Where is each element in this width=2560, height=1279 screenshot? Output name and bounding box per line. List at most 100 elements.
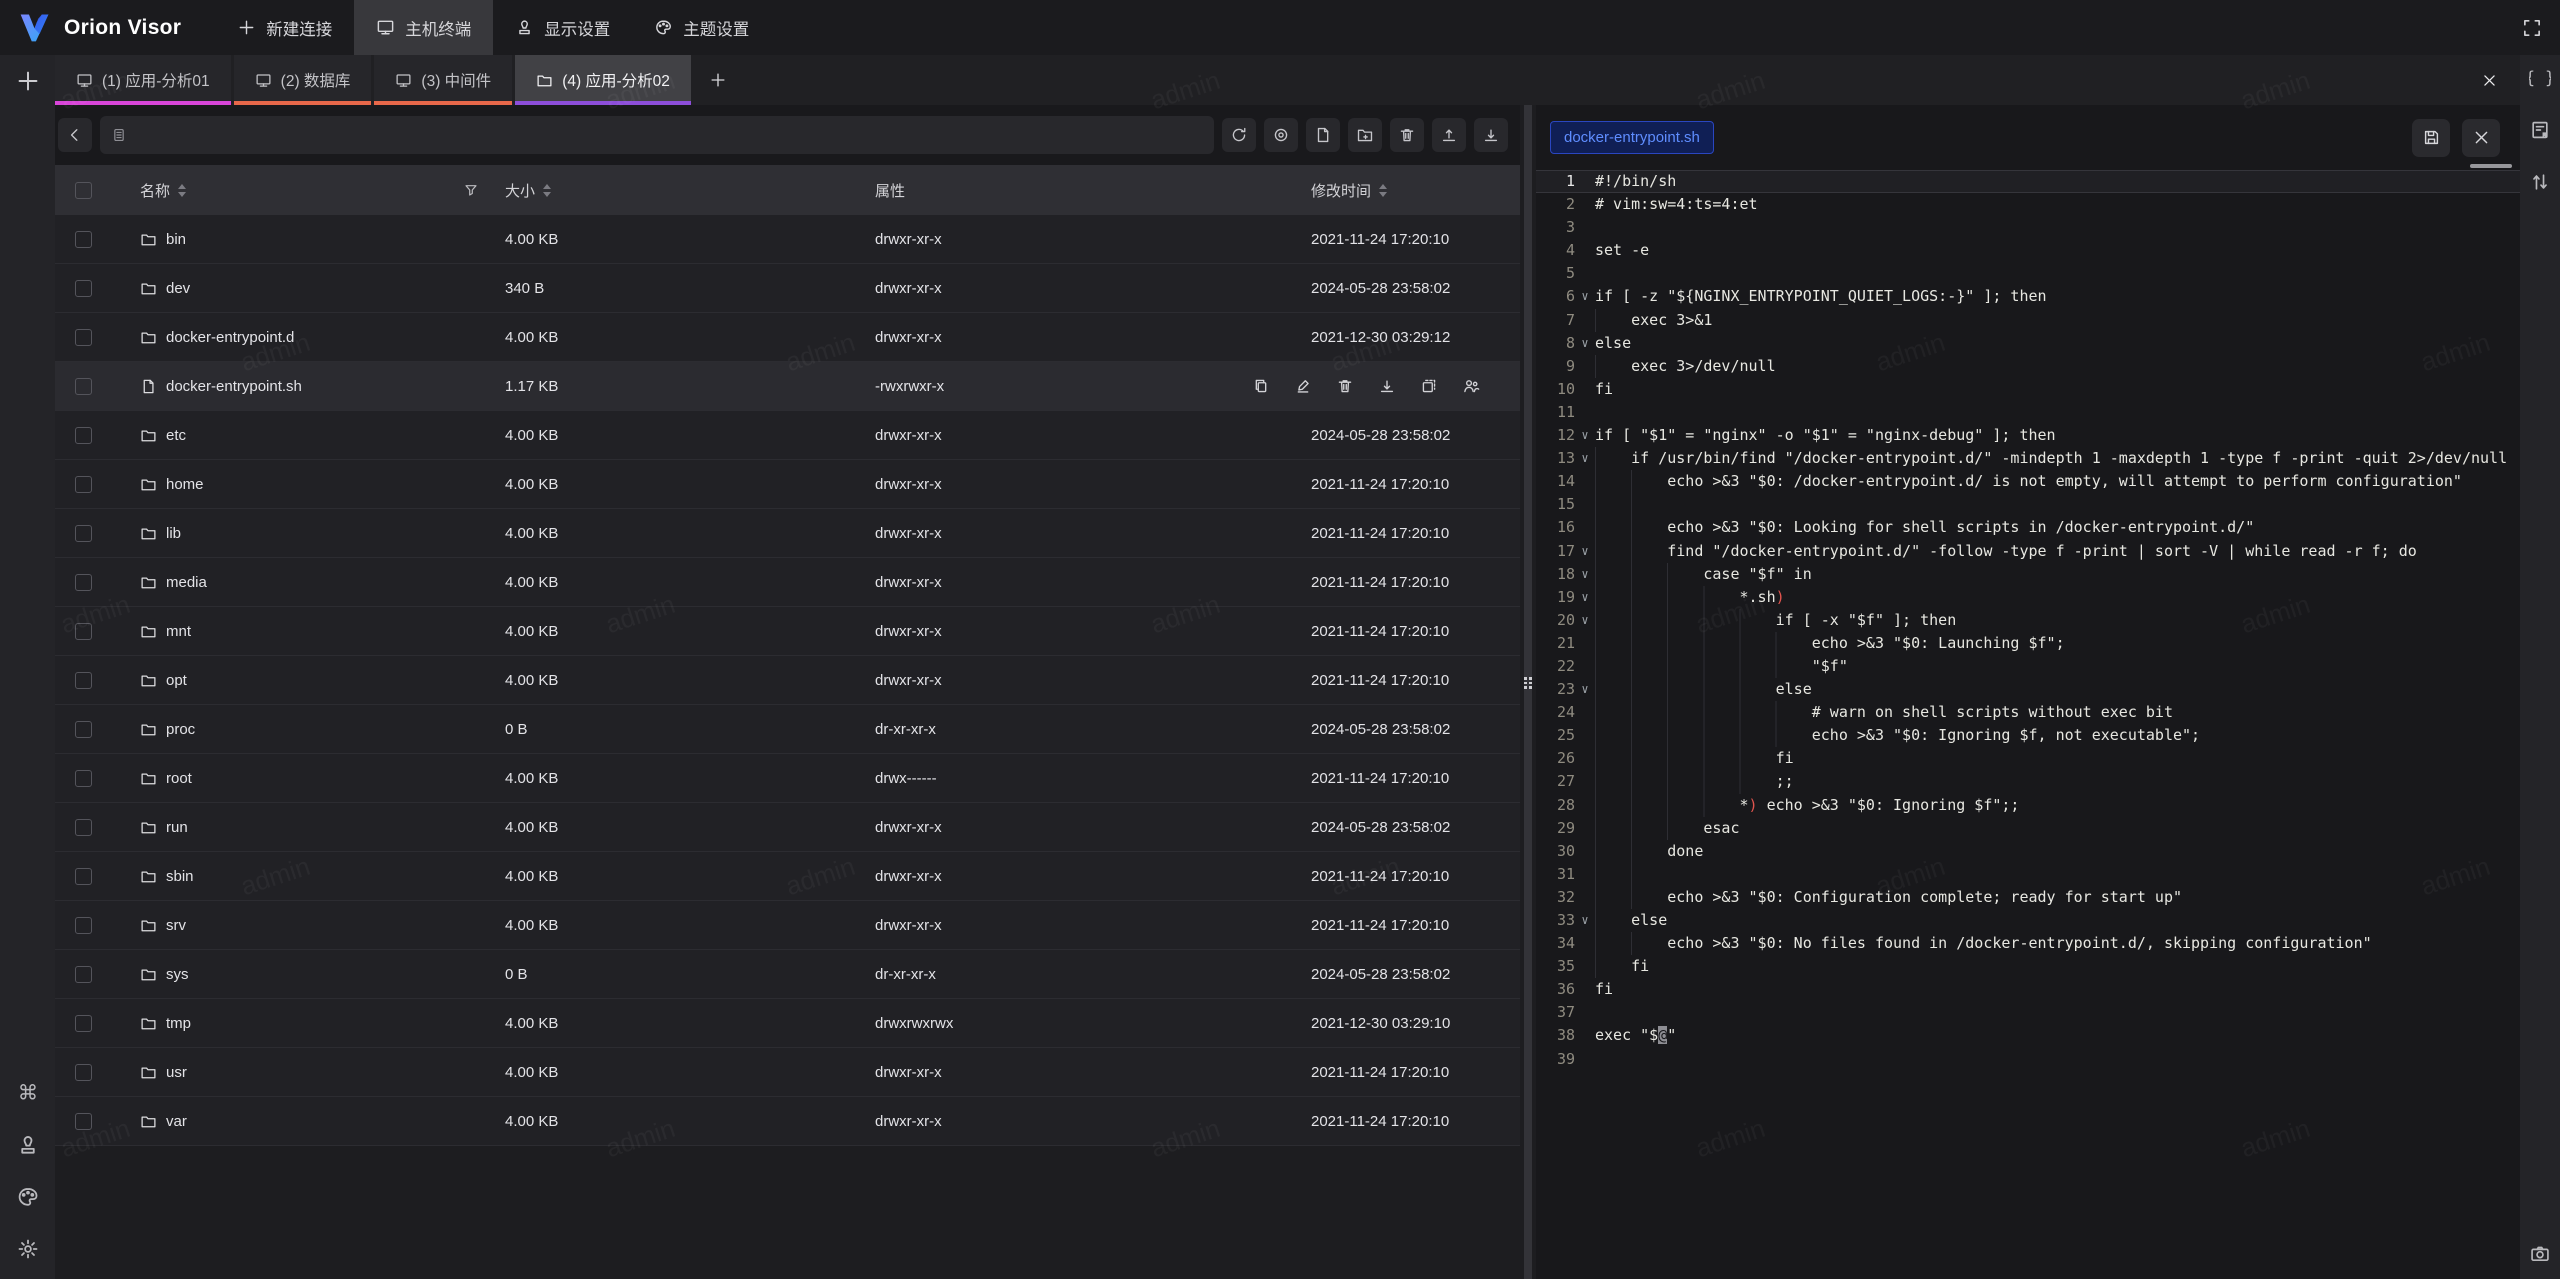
- code-line[interactable]: 32 echo >&3 "$0: Configuration complete;…: [1536, 886, 2520, 909]
- code-line[interactable]: 22 "$f": [1536, 655, 2520, 678]
- fullscreen-icon[interactable]: [2512, 0, 2552, 55]
- code-line[interactable]: 20∨ if [ -x "$f" ]; then: [1536, 609, 2520, 632]
- code-line[interactable]: 28 *) echo >&3 "$0: Ignoring $f";;: [1536, 794, 2520, 817]
- panel-splitter[interactable]: [1520, 105, 1536, 1279]
- nav-item-display-settings[interactable]: 显示设置: [493, 0, 632, 55]
- row-checkbox[interactable]: [75, 966, 92, 983]
- row-checkbox[interactable]: [75, 623, 92, 640]
- row-checkbox[interactable]: [75, 917, 92, 934]
- back-button[interactable]: [58, 118, 92, 152]
- row-checkbox[interactable]: [75, 1113, 92, 1130]
- row-action-edit[interactable]: [1294, 377, 1312, 395]
- code-line[interactable]: 24 # warn on shell scripts without exec …: [1536, 701, 2520, 724]
- code-line[interactable]: 37: [1536, 1001, 2520, 1024]
- table-row[interactable]: home4.00 KBdrwxr-xr-x2021-11-24 17:20:10: [55, 460, 1520, 509]
- code-line[interactable]: 36fi: [1536, 978, 2520, 1001]
- code-line[interactable]: 3: [1536, 216, 2520, 239]
- nav-item-host-terminal[interactable]: 主机终端: [354, 0, 493, 55]
- code-line[interactable]: 29 esac: [1536, 817, 2520, 840]
- header-name[interactable]: 名称: [140, 180, 170, 201]
- table-row[interactable]: root4.00 KBdrwx------2021-11-24 17:20:10: [55, 754, 1520, 803]
- table-row[interactable]: opt4.00 KBdrwxr-xr-x2021-11-24 17:20:10: [55, 656, 1520, 705]
- code-line[interactable]: 1#!/bin/sh: [1536, 170, 2520, 193]
- updown-icon[interactable]: [2529, 171, 2551, 193]
- code-line[interactable]: 4set -e: [1536, 239, 2520, 262]
- code-line[interactable]: 27 ;;: [1536, 770, 2520, 793]
- code-line[interactable]: 7 exec 3>&1: [1536, 309, 2520, 332]
- table-row[interactable]: sys0 Bdr-xr-xr-x2024-05-28 23:58:02: [55, 950, 1520, 999]
- row-action-truncate[interactable]: [1420, 377, 1438, 395]
- gear-icon[interactable]: [16, 1237, 40, 1261]
- row-checkbox[interactable]: [75, 672, 92, 689]
- table-row[interactable]: usr4.00 KBdrwxr-xr-x2021-11-24 17:20:10: [55, 1048, 1520, 1097]
- row-checkbox[interactable]: [75, 819, 92, 836]
- table-row[interactable]: srv4.00 KBdrwxr-xr-x2021-11-24 17:20:10: [55, 901, 1520, 950]
- new-file-button[interactable]: [1306, 118, 1340, 152]
- table-row[interactable]: sbin4.00 KBdrwxr-xr-x2021-11-24 17:20:10: [55, 852, 1520, 901]
- table-row[interactable]: dev340 Bdrwxr-xr-x2024-05-28 23:58:02: [55, 264, 1520, 313]
- row-checkbox[interactable]: [75, 378, 92, 395]
- splitter-handle-icon[interactable]: [1524, 677, 1532, 689]
- code-line[interactable]: 18∨ case "$f" in: [1536, 563, 2520, 586]
- code-line[interactable]: 23∨ else: [1536, 678, 2520, 701]
- code-line[interactable]: 33∨ else: [1536, 909, 2520, 932]
- code-line[interactable]: 35 fi: [1536, 955, 2520, 978]
- row-checkbox[interactable]: [75, 1064, 92, 1081]
- row-action-download[interactable]: [1378, 377, 1396, 395]
- code-line[interactable]: 13∨ if /usr/bin/find "/docker-entrypoint…: [1536, 447, 2520, 470]
- row-checkbox[interactable]: [75, 476, 92, 493]
- stamp-icon[interactable]: [16, 1133, 40, 1157]
- row-checkbox[interactable]: [75, 329, 92, 346]
- save-button[interactable]: [2412, 119, 2450, 157]
- code-line[interactable]: 34 echo >&3 "$0: No files found in /dock…: [1536, 932, 2520, 955]
- table-row[interactable]: docker-entrypoint.d4.00 KBdrwxr-xr-x2021…: [55, 313, 1520, 362]
- plus-icon[interactable]: [15, 68, 41, 94]
- select-all-checkbox[interactable]: [75, 182, 92, 199]
- header-time[interactable]: 修改时间: [1311, 180, 1371, 201]
- code-line[interactable]: 6∨if [ -z "${NGINX_ENTRYPOINT_QUIET_LOGS…: [1536, 285, 2520, 308]
- code-line[interactable]: 14 echo >&3 "$0: /docker-entrypoint.d/ i…: [1536, 470, 2520, 493]
- nav-item-new-connection[interactable]: 新建连接: [215, 0, 354, 55]
- code-line[interactable]: 11: [1536, 401, 2520, 424]
- row-checkbox[interactable]: [75, 1015, 92, 1032]
- code-line[interactable]: 10fi: [1536, 378, 2520, 401]
- nav-item-theme-settings[interactable]: 主题设置: [632, 0, 771, 55]
- sort-time-icon[interactable]: [1379, 184, 1387, 197]
- code-line[interactable]: 17∨ find "/docker-entrypoint.d/" -follow…: [1536, 540, 2520, 563]
- table-row[interactable]: media4.00 KBdrwxr-xr-x2021-11-24 17:20:1…: [55, 558, 1520, 607]
- table-row[interactable]: bin4.00 KBdrwxr-xr-x2021-11-24 17:20:10: [55, 215, 1520, 264]
- table-row[interactable]: tmp4.00 KBdrwxrwxrwx2021-12-30 03:29:10: [55, 999, 1520, 1048]
- row-checkbox[interactable]: [75, 868, 92, 885]
- row-action-delete[interactable]: [1336, 377, 1354, 395]
- download-button[interactable]: [1474, 118, 1508, 152]
- terminal-tab-1[interactable]: (1) 应用-分析01: [55, 55, 231, 105]
- palette-icon[interactable]: [16, 1185, 40, 1209]
- sort-size-icon[interactable]: [543, 184, 551, 197]
- filter-icon[interactable]: [463, 182, 479, 198]
- code-line[interactable]: 9 exec 3>/dev/null: [1536, 355, 2520, 378]
- file-info-icon[interactable]: [2529, 119, 2551, 141]
- code-line[interactable]: 5: [1536, 262, 2520, 285]
- row-action-copy[interactable]: [1252, 377, 1270, 395]
- editor-scrollbar-thumb[interactable]: [2470, 164, 2512, 168]
- path-input[interactable]: [100, 116, 1214, 154]
- code-line[interactable]: 31: [1536, 863, 2520, 886]
- row-checkbox[interactable]: [75, 770, 92, 787]
- header-size[interactable]: 大小: [505, 180, 535, 201]
- table-row[interactable]: etc4.00 KBdrwxr-xr-x2024-05-28 23:58:02: [55, 411, 1520, 460]
- command-icon[interactable]: ⌘: [16, 1081, 40, 1105]
- row-checkbox[interactable]: [75, 231, 92, 248]
- preview-button[interactable]: [1264, 118, 1298, 152]
- table-row[interactable]: mnt4.00 KBdrwxr-xr-x2021-11-24 17:20:10: [55, 607, 1520, 656]
- row-checkbox[interactable]: [75, 280, 92, 297]
- table-row[interactable]: var4.00 KBdrwxr-xr-x2021-11-24 17:20:10: [55, 1097, 1520, 1146]
- add-tab-button[interactable]: [694, 55, 742, 105]
- row-checkbox[interactable]: [75, 574, 92, 591]
- code-line[interactable]: 25 echo >&3 "$0: Ignoring $f, not execut…: [1536, 724, 2520, 747]
- terminal-tab-2[interactable]: (2) 数据库: [234, 55, 372, 105]
- camera-icon[interactable]: [2529, 1243, 2551, 1265]
- table-row[interactable]: lib4.00 KBdrwxr-xr-x2021-11-24 17:20:10: [55, 509, 1520, 558]
- code-line[interactable]: 19∨ *.sh): [1536, 586, 2520, 609]
- table-row[interactable]: run4.00 KBdrwxr-xr-x2024-05-28 23:58:02: [55, 803, 1520, 852]
- code-line[interactable]: 21 echo >&3 "$0: Launching $f";: [1536, 632, 2520, 655]
